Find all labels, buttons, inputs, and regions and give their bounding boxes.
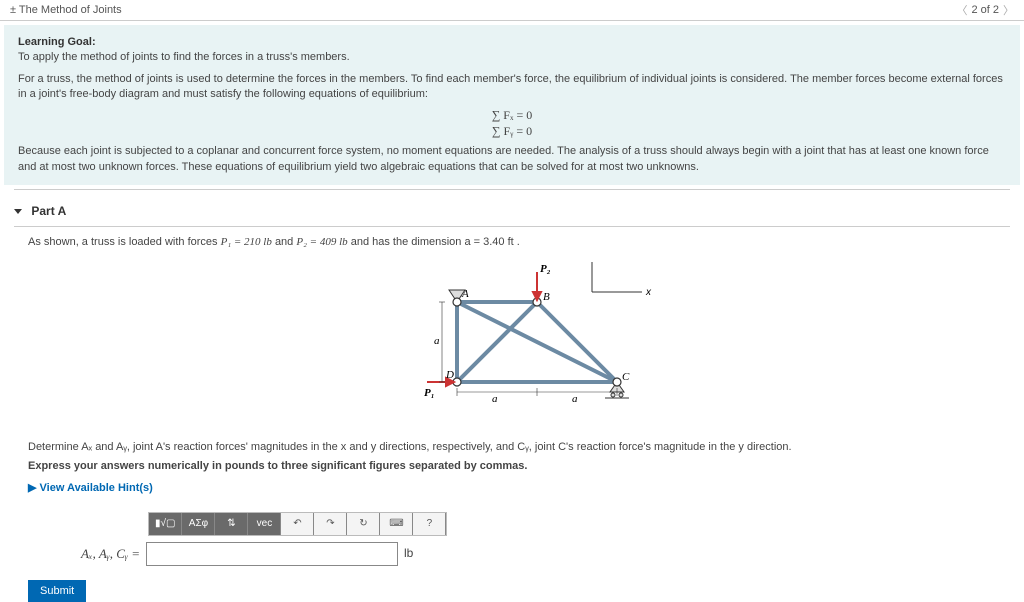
- learning-goal-text1: To apply the method of joints to find th…: [18, 51, 350, 63]
- axis-x-label: x: [645, 287, 652, 298]
- undo-button[interactable]: ↶: [281, 513, 314, 535]
- learning-goal-text3: Because each joint is subjected to a cop…: [18, 145, 989, 172]
- equation-sum-fx: ∑ Fₓ = 0: [18, 107, 1006, 124]
- subscript-button[interactable]: ⇅: [215, 513, 248, 535]
- page-count: 2 of 2: [971, 4, 999, 16]
- equation-toolbar: ▮√▢ ΑΣφ ⇅ vec ↶ ↷ ↻ ⌨ ?: [148, 512, 447, 536]
- part-a-header[interactable]: Part A: [0, 194, 1024, 222]
- unit-label: lb: [404, 545, 413, 562]
- caret-down-icon: [14, 209, 22, 214]
- answer-input[interactable]: [146, 542, 398, 566]
- dim-a-bottom1: a: [492, 393, 498, 405]
- joint-a-label: A: [461, 288, 469, 300]
- truss-diagram: x y: [28, 262, 996, 427]
- learning-goal-box: Learning Goal: To apply the method of jo…: [4, 25, 1020, 185]
- joint-b-label: B: [543, 291, 550, 303]
- prev-page-icon[interactable]: 〈: [956, 2, 967, 18]
- next-page-icon[interactable]: 〉: [1003, 2, 1014, 18]
- page-indicator: 〈 2 of 2 〉: [956, 2, 1014, 18]
- determine-text: Determine Aₓ and Aᵧ, joint A's reaction …: [28, 440, 996, 455]
- help-button[interactable]: ?: [413, 513, 446, 535]
- answer-box: ▮√▢ ΑΣφ ⇅ vec ↶ ↷ ↻ ⌨ ? Aₓ, Aᵧ, Cᵧ = lb: [28, 512, 448, 566]
- reset-button[interactable]: ↻: [347, 513, 380, 535]
- learning-goal-heading: Learning Goal:: [18, 36, 96, 48]
- dim-a-left: a: [434, 335, 440, 347]
- template-button[interactable]: ▮√▢: [149, 513, 182, 535]
- express-text: Express your answers numerically in poun…: [28, 459, 996, 474]
- part-a-intro: As shown, a truss is loaded with forces …: [28, 235, 996, 250]
- keyboard-button[interactable]: ⌨: [380, 513, 413, 535]
- joint-c-label: C: [622, 371, 630, 383]
- view-hints-link[interactable]: ▶ View Available Hint(s): [28, 481, 996, 496]
- variable-label: Aₓ, Aᵧ, Cᵧ =: [28, 545, 140, 563]
- axis-y-label: y: [586, 262, 593, 263]
- learning-goal-text2: For a truss, the method of joints is use…: [18, 73, 1003, 100]
- equation-sum-fy: ∑ Fᵧ = 0: [18, 123, 1006, 140]
- greek-button[interactable]: ΑΣφ: [182, 513, 215, 535]
- joint-d-label: D: [445, 369, 454, 381]
- redo-button[interactable]: ↷: [314, 513, 347, 535]
- page-title: ± The Method of Joints: [10, 4, 122, 16]
- dim-a-bottom2: a: [572, 393, 578, 405]
- vec-button[interactable]: vec: [248, 513, 281, 535]
- part-a-label: Part A: [31, 204, 66, 218]
- force-p2-label: P₂: [540, 263, 551, 275]
- submit-button[interactable]: Submit: [28, 580, 86, 602]
- force-p1-label: P₁: [424, 387, 435, 399]
